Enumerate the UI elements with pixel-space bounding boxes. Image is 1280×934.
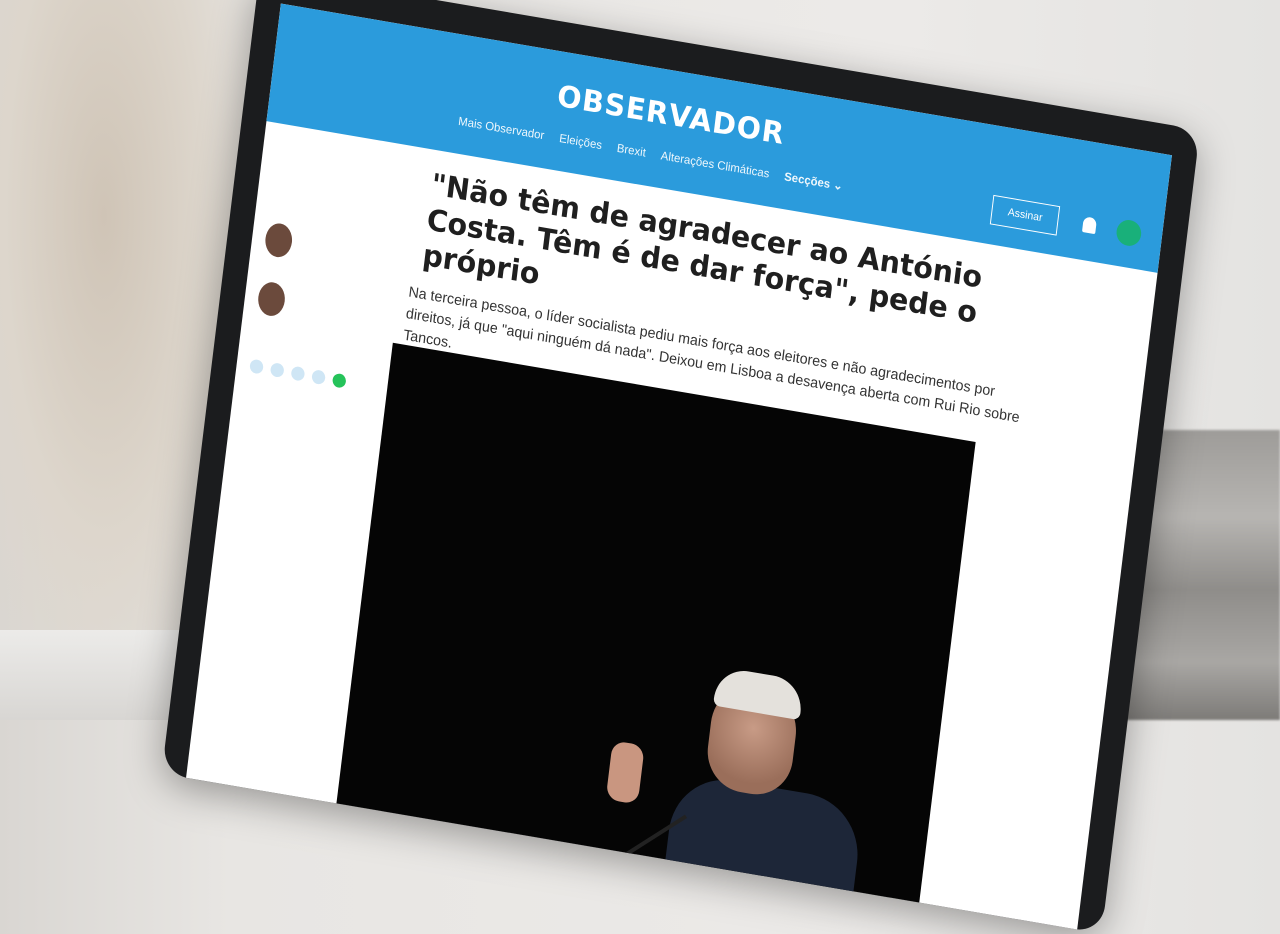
facebook-icon[interactable] bbox=[249, 358, 264, 375]
author-1[interactable] bbox=[263, 221, 383, 274]
sections-menu[interactable]: Secções ⌄ bbox=[784, 169, 844, 193]
article-main: "Não têm de agradecer ao António Costa. … bbox=[330, 148, 1130, 930]
share-buttons bbox=[249, 358, 365, 392]
user-avatar[interactable] bbox=[1115, 218, 1143, 248]
twitter-icon[interactable] bbox=[269, 362, 285, 379]
nav-item-brexit[interactable]: Brexit bbox=[616, 141, 647, 160]
nav-item-eleicoes[interactable]: Eleições bbox=[558, 131, 602, 152]
speaker-hand bbox=[605, 740, 645, 805]
email-icon[interactable] bbox=[311, 369, 326, 386]
laptop-bezel: OBSERVADOR Mais Observador Eleições Brex… bbox=[161, 0, 1201, 934]
nav-item-mais-observador[interactable]: Mais Observador bbox=[458, 114, 546, 142]
article-photo bbox=[330, 342, 976, 930]
speaker-body bbox=[657, 771, 865, 930]
linkedin-icon[interactable] bbox=[290, 365, 306, 382]
author-photo bbox=[263, 221, 294, 260]
subscribe-button[interactable]: Assinar bbox=[990, 194, 1061, 236]
whatsapp-icon[interactable] bbox=[331, 372, 347, 389]
browser-viewport: OBSERVADOR Mais Observador Eleições Brex… bbox=[186, 3, 1172, 930]
nav-item-alteracoes-climaticas[interactable]: Alterações Climáticas bbox=[660, 148, 770, 180]
author-2[interactable] bbox=[256, 280, 375, 333]
bell-icon[interactable] bbox=[1081, 216, 1098, 235]
author-photo bbox=[256, 280, 287, 318]
